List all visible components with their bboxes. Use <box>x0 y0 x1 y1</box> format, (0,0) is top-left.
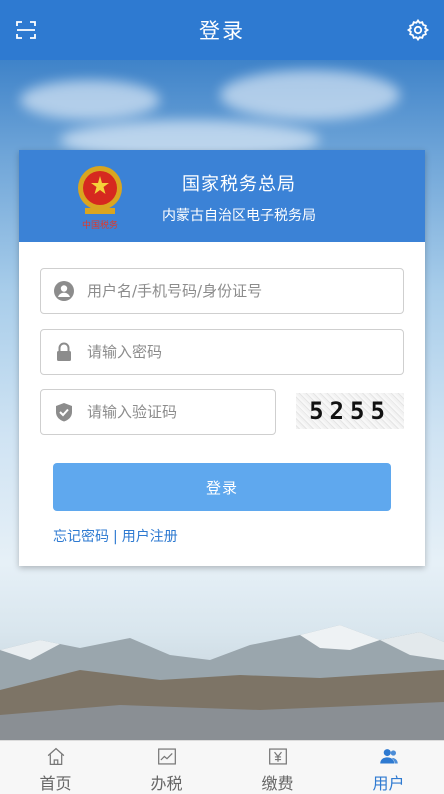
org-name: 国家税务总局 <box>182 174 296 195</box>
tab-home-label: 首页 <box>39 774 72 793</box>
captcha-input[interactable] <box>87 403 275 421</box>
top-bar: 登录 <box>0 0 444 60</box>
tab-user[interactable]: 用户 <box>333 741 444 794</box>
user-icon <box>54 281 74 301</box>
tax-emblem-icon: 中国税务 <box>78 166 122 231</box>
link-separator: | <box>113 529 118 545</box>
mountains-image <box>0 625 444 740</box>
yuan-icon <box>268 748 287 765</box>
username-field[interactable] <box>40 268 404 314</box>
tab-payment-label: 缴费 <box>261 774 294 793</box>
shield-icon <box>56 403 72 422</box>
captcha-image[interactable]: 5255 <box>296 393 404 429</box>
chart-icon <box>157 748 176 765</box>
account-links: 忘记密码 | 用户注册 <box>53 526 178 546</box>
gear-icon[interactable] <box>406 18 430 42</box>
svg-text:中国税务: 中国税务 <box>82 219 118 231</box>
login-card: 中国税务 国家税务总局 内蒙古自治区电子税务局 5255 登录 忘记密码|用户注… <box>19 150 425 566</box>
tab-user-label: 用户 <box>372 774 405 793</box>
forgot-password-link[interactable]: 忘记密码 <box>53 529 109 545</box>
users-icon <box>379 749 398 764</box>
tab-home[interactable]: 首页 <box>0 741 111 794</box>
register-link[interactable]: 用户注册 <box>122 529 178 545</box>
tab-tax-label: 办税 <box>150 774 183 793</box>
lock-icon <box>57 342 71 361</box>
page-title: 登录 <box>199 19 245 43</box>
username-input[interactable] <box>87 282 403 300</box>
tab-tax[interactable]: 办税 <box>111 741 222 794</box>
home-icon <box>47 747 64 765</box>
card-header: 中国税务 国家税务总局 内蒙古自治区电子税务局 <box>19 150 425 242</box>
password-input[interactable] <box>87 343 403 361</box>
login-button[interactable]: 登录 <box>53 463 391 511</box>
password-field[interactable] <box>40 329 404 375</box>
bottom-tab-bar: 首页 办税 缴费 用户 <box>0 740 444 794</box>
org-subtitle: 内蒙古自治区电子税务局 <box>162 208 316 224</box>
captcha-field[interactable] <box>40 389 276 435</box>
scan-icon[interactable] <box>14 18 38 42</box>
tab-payment[interactable]: 缴费 <box>222 741 333 794</box>
